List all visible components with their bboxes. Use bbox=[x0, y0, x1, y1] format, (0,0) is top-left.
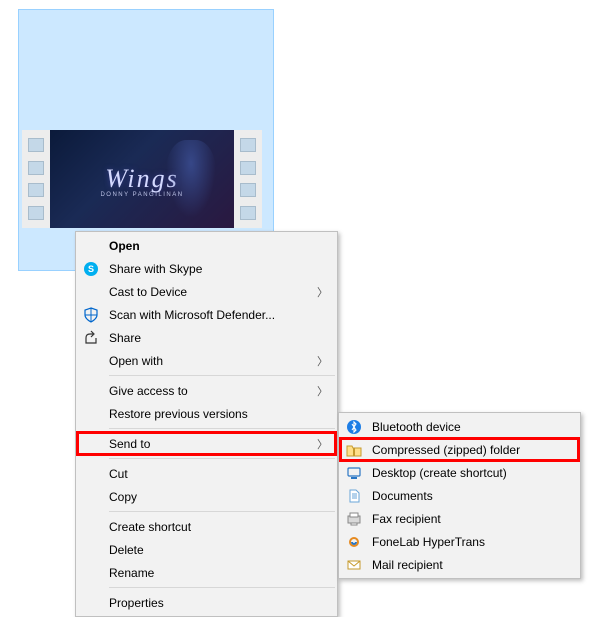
submenu-bluetooth[interactable]: Bluetooth device bbox=[340, 415, 579, 438]
menu-share-skype[interactable]: S Share with Skype bbox=[77, 257, 336, 280]
menu-separator bbox=[109, 375, 335, 376]
menu-cut[interactable]: Cut bbox=[77, 462, 336, 485]
menu-scan-defender[interactable]: Scan with Microsoft Defender... bbox=[77, 303, 336, 326]
chevron-right-icon: 〉 bbox=[317, 383, 328, 399]
zip-folder-icon bbox=[346, 442, 362, 458]
fax-icon bbox=[346, 511, 362, 527]
mail-icon bbox=[346, 557, 362, 573]
menu-cast-to-device[interactable]: Cast to Device 〉 bbox=[77, 280, 336, 303]
menu-restore-previous[interactable]: Restore previous versions bbox=[77, 402, 336, 425]
submenu-documents[interactable]: Documents bbox=[340, 484, 579, 507]
fonelab-icon bbox=[346, 534, 362, 550]
video-overlay-subtitle: DONNY PANGILINAN bbox=[100, 192, 183, 198]
share-icon bbox=[83, 330, 99, 346]
bluetooth-icon bbox=[346, 419, 362, 435]
chevron-right-icon: 〉 bbox=[317, 436, 328, 452]
chevron-right-icon: 〉 bbox=[317, 284, 328, 300]
svg-text:S: S bbox=[88, 264, 94, 274]
menu-give-access[interactable]: Give access to 〉 bbox=[77, 379, 336, 402]
menu-share[interactable]: Share bbox=[77, 326, 336, 349]
menu-separator bbox=[109, 511, 335, 512]
menu-delete[interactable]: Delete bbox=[77, 538, 336, 561]
skype-icon: S bbox=[83, 261, 99, 277]
menu-open[interactable]: Open bbox=[77, 234, 336, 257]
send-to-submenu: Bluetooth device Compressed (zipped) fol… bbox=[338, 412, 581, 579]
menu-create-shortcut[interactable]: Create shortcut bbox=[77, 515, 336, 538]
menu-open-with[interactable]: Open with 〉 bbox=[77, 349, 336, 372]
submenu-desktop-shortcut[interactable]: Desktop (create shortcut) bbox=[340, 461, 579, 484]
defender-shield-icon bbox=[83, 307, 99, 323]
menu-separator bbox=[109, 587, 335, 588]
menu-copy[interactable]: Copy bbox=[77, 485, 336, 508]
desktop-icon bbox=[346, 465, 362, 481]
menu-send-to[interactable]: Send to 〉 bbox=[77, 432, 336, 455]
menu-separator bbox=[109, 458, 335, 459]
documents-icon bbox=[346, 488, 362, 504]
video-preview-frame: Wings DONNY PANGILINAN bbox=[50, 130, 234, 228]
submenu-mail-recipient[interactable]: Mail recipient bbox=[340, 553, 579, 576]
submenu-fax-recipient[interactable]: Fax recipient bbox=[340, 507, 579, 530]
submenu-fonelab[interactable]: FoneLab HyperTrans bbox=[340, 530, 579, 553]
menu-rename[interactable]: Rename bbox=[77, 561, 336, 584]
filmstrip-left bbox=[22, 130, 50, 228]
menu-separator bbox=[109, 428, 335, 429]
submenu-compressed-folder[interactable]: Compressed (zipped) folder bbox=[340, 438, 579, 461]
filmstrip-right bbox=[234, 130, 262, 228]
chevron-right-icon: 〉 bbox=[317, 353, 328, 369]
menu-properties[interactable]: Properties bbox=[77, 591, 336, 614]
video-file-thumbnail[interactable]: Wings DONNY PANGILINAN bbox=[22, 130, 262, 228]
context-menu: Open S Share with Skype Cast to Device 〉… bbox=[75, 231, 338, 617]
